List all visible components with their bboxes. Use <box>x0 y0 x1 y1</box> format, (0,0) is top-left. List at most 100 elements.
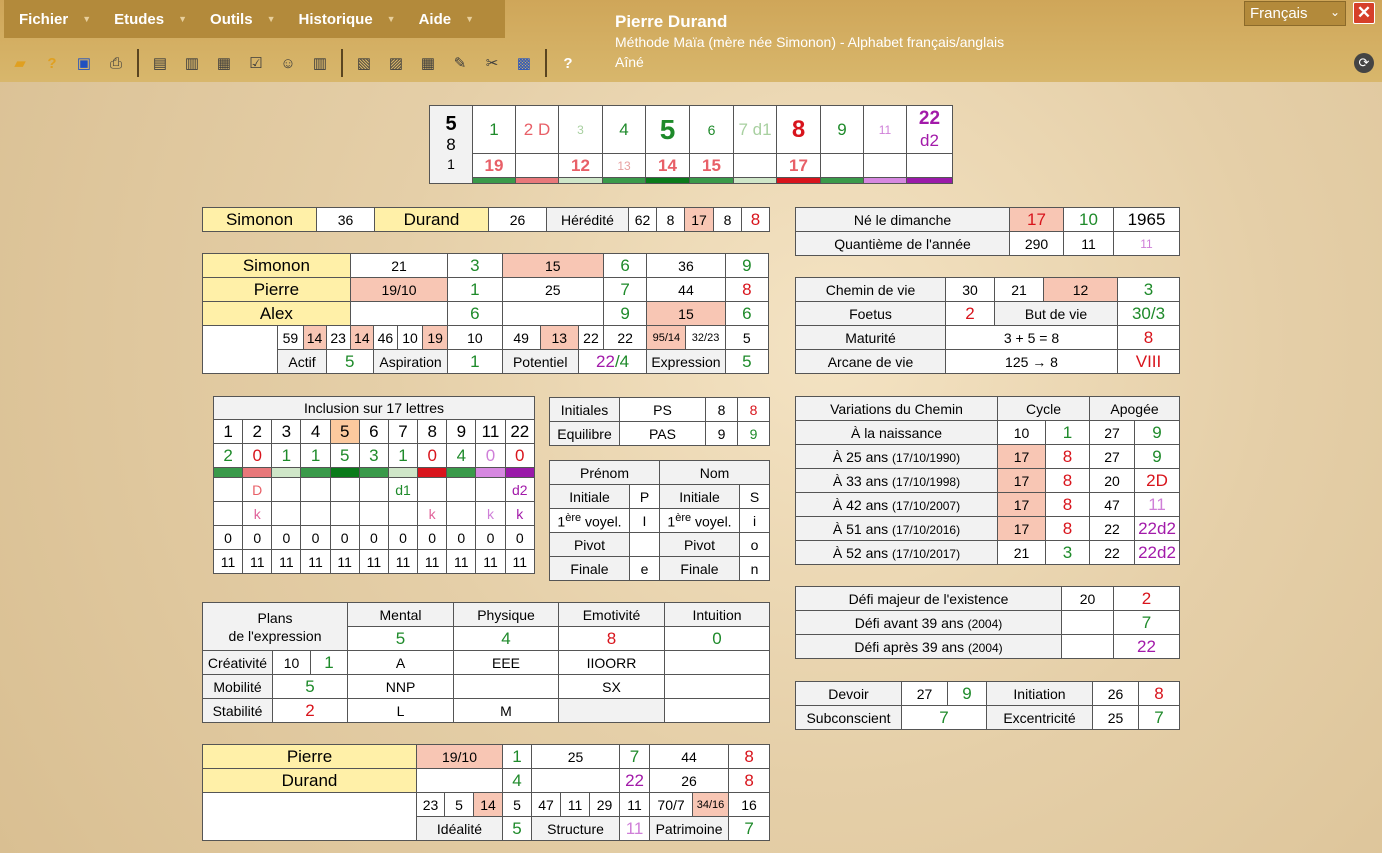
card-icon[interactable]: ▤ <box>147 50 173 76</box>
stamp-icon[interactable]: ✎ <box>447 50 473 76</box>
cell: 22 <box>1113 634 1180 659</box>
cell: 22 <box>619 768 651 793</box>
question-icon[interactable]: ? <box>555 50 581 76</box>
menu-historique[interactable]: Historique ▼ <box>283 0 403 38</box>
inclusion-cell: 7 <box>387 419 419 444</box>
cards-icon[interactable]: ▥ <box>179 50 205 76</box>
cell: 17 <box>997 468 1046 493</box>
cell: 9 <box>737 421 770 446</box>
cell: 12 <box>1043 277 1118 302</box>
close-icon[interactable]: ✕ <box>1353 2 1375 24</box>
cell: 5 <box>271 674 349 699</box>
people-icon[interactable]: ☺ <box>275 50 301 76</box>
cell: 5 <box>502 816 532 841</box>
cell <box>664 674 771 699</box>
cell: 3 <box>447 253 503 278</box>
inclusion-cell: 11 <box>329 549 360 574</box>
mobilite-label: Mobilité <box>202 674 273 699</box>
cell: 5 <box>724 349 770 374</box>
initials-label: Initiales <box>549 397 620 422</box>
cell: 19/10 <box>416 744 503 769</box>
potentiel-label: Potentiel <box>501 349 579 374</box>
color-bar <box>515 177 559 184</box>
open-icon[interactable]: ▰ <box>7 50 33 76</box>
toolbar: ▰ ? ▣ ⎙ ▤ ▥ ▦ ☑ ☺ ▥ ▧ ▨ ▦ ✎ ✂ ▩ ? <box>4 46 584 80</box>
cell <box>664 698 771 723</box>
inclusion-title: Inclusion sur 17 lettres <box>213 396 535 420</box>
ap-icon[interactable]: ▨ <box>383 50 409 76</box>
color-bar <box>475 467 506 478</box>
print-icon[interactable]: ⎙ <box>103 50 129 76</box>
header-num: 9 <box>820 105 864 154</box>
defi-majeur-label: Défi majeur de l'existence <box>795 586 1062 611</box>
inclusion-cell: 5 <box>329 419 360 444</box>
menu-aide[interactable]: Aide ▼ <box>404 0 482 38</box>
cell: i <box>739 508 770 533</box>
help-icon[interactable]: ? <box>39 50 65 76</box>
cell: 7 <box>1113 610 1180 635</box>
cell: 59 <box>277 325 304 350</box>
cell: 29 <box>588 792 621 817</box>
cell: 6 <box>447 301 503 326</box>
born-day-label: Né le dimanche <box>795 207 1010 232</box>
cell: 14 <box>473 792 503 817</box>
cell: 47 <box>1089 492 1136 517</box>
inclusion-cell: 0 <box>446 525 477 550</box>
inclusion-cell: 3 <box>358 443 389 468</box>
inclusion-cell: 11 <box>300 549 331 574</box>
cell: NNP <box>347 674 455 699</box>
color-bar <box>733 177 777 184</box>
grid-icon[interactable]: ▥ <box>307 50 333 76</box>
menu-etudes[interactable]: Etudes ▼ <box>99 0 195 38</box>
cell: 10 <box>272 650 311 675</box>
defi-table: Défi majeur de l'existence 20 2 Défi avant… <box>795 586 1180 659</box>
header-sub: 13 <box>602 153 646 178</box>
check-icon[interactable]: ☑ <box>243 50 269 76</box>
inclusion-cell: 0 <box>242 525 273 550</box>
inclusion-cell: 11 <box>212 549 244 574</box>
menu-fichier[interactable]: Fichier ▼ <box>4 0 99 38</box>
save-icon[interactable]: ▣ <box>71 50 97 76</box>
inclusion-cell: 11 <box>504 549 536 574</box>
cell: 10 <box>396 325 424 350</box>
cell: 22 <box>577 325 605 350</box>
variations-header: Variations du Chemin <box>795 396 998 421</box>
cell: 4 <box>453 626 560 651</box>
tools-icon[interactable]: ✂ <box>479 50 505 76</box>
mental-header: Mental <box>347 602 455 627</box>
cell: 1 <box>447 277 503 302</box>
inclusion-cell: 0 <box>475 525 506 550</box>
expression-label: Expression <box>646 349 726 374</box>
cell: 3 <box>1117 277 1180 302</box>
color-bar <box>504 467 536 478</box>
menu-outils[interactable]: Outils ▼ <box>195 0 283 38</box>
header-num: 1 <box>472 105 516 154</box>
pivot-label: Pivot <box>659 532 740 557</box>
refresh-icon[interactable]: ⟳ <box>1354 53 1374 73</box>
language-select[interactable]: Français ⌄ <box>1244 1 1346 26</box>
cell: 8 <box>558 626 666 651</box>
cell <box>664 650 771 675</box>
cell: 22d2 <box>1134 540 1181 565</box>
cell: 1 <box>502 744 532 769</box>
calc-icon[interactable]: ▦ <box>211 50 237 76</box>
cell: 16 <box>728 792 771 817</box>
cell: M <box>453 698 560 723</box>
inclusion-cell: 0 <box>300 525 331 550</box>
cell: 17 <box>997 444 1046 469</box>
table-icon[interactable]: ▦ <box>415 50 441 76</box>
cell: 14 <box>302 325 327 350</box>
header-sub <box>820 153 864 178</box>
cell: 27 <box>901 681 948 706</box>
header-sub: 12 <box>558 153 603 178</box>
cell: 17 <box>997 492 1046 517</box>
cell: 10 <box>997 420 1046 445</box>
cell: 21 <box>349 253 449 278</box>
cell: 30/3 <box>1117 301 1180 326</box>
cell: 7 <box>1138 705 1180 730</box>
name-pierre: Pierre <box>202 277 351 302</box>
cell: 19/10 <box>349 277 449 302</box>
ab-icon[interactable]: ▧ <box>351 50 377 76</box>
intuition-header: Intuition <box>664 602 771 627</box>
book-icon[interactable]: ▩ <box>511 50 537 76</box>
